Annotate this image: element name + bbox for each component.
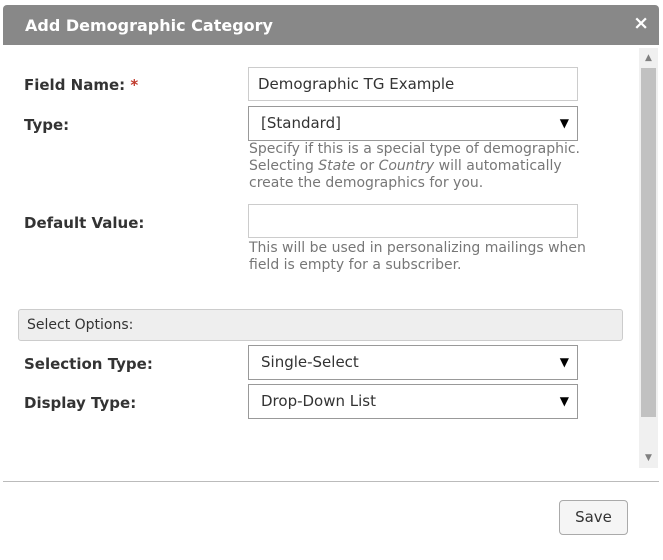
type-help-prefix: Selecting	[249, 158, 319, 174]
field-name-label-text: Field Name:	[24, 76, 126, 94]
field-name-input[interactable]: Demographic TG Example	[248, 67, 578, 101]
chevron-down-icon: ▼	[559, 116, 569, 130]
type-select-value: [Standard]	[261, 114, 341, 132]
scroll-down-arrow-icon[interactable]: ▼	[639, 450, 658, 466]
default-value-input[interactable]	[248, 204, 578, 238]
scroll-up-arrow-icon[interactable]: ▲	[639, 50, 658, 66]
type-help-line2: Selecting State or Country will automati…	[249, 158, 589, 175]
field-name-label: Field Name: *	[24, 76, 138, 94]
select-options-heading: Select Options:	[18, 309, 623, 341]
display-type-label: Display Type:	[24, 394, 137, 412]
dialog-titlebar: Add Demographic Category ×	[3, 5, 659, 45]
type-label: Type:	[24, 116, 70, 134]
display-type-select[interactable]: Drop-Down List ▼	[248, 384, 578, 419]
display-type-value: Drop-Down List	[261, 392, 376, 410]
default-value-help-text: This will be used in personalizing maili…	[249, 240, 589, 274]
chevron-down-icon: ▼	[559, 394, 569, 408]
chevron-down-icon: ▼	[559, 355, 569, 369]
footer-divider	[3, 481, 659, 482]
close-icon[interactable]: ×	[633, 13, 649, 33]
vertical-scrollbar[interactable]: ▲ ▼	[639, 48, 658, 468]
selection-type-value: Single-Select	[261, 353, 359, 371]
default-value-label: Default Value:	[24, 214, 145, 232]
type-help-line1: Specify if this is a special type of dem…	[249, 141, 581, 157]
add-demographic-dialog: Add Demographic Category × Field Name: *…	[0, 0, 663, 560]
type-help-line3: create the demographics for you.	[249, 175, 484, 191]
type-help-suffix: will automatically	[434, 158, 562, 174]
type-select[interactable]: [Standard] ▼	[248, 106, 578, 141]
required-asterisk: *	[130, 76, 139, 94]
selection-type-select[interactable]: Single-Select ▼	[248, 345, 578, 380]
type-help-or: or	[355, 158, 379, 174]
save-button[interactable]: Save	[559, 500, 628, 535]
default-value-help-line2: field is empty for a subscriber.	[249, 257, 462, 273]
type-help-text: Specify if this is a special type of dem…	[249, 141, 589, 192]
type-help-country: Country	[378, 158, 435, 174]
selection-type-label: Selection Type:	[24, 355, 153, 373]
scrollbar-thumb[interactable]	[641, 68, 656, 417]
type-help-state: State	[318, 158, 356, 174]
default-value-help-line1: This will be used in personalizing maili…	[249, 240, 586, 256]
dialog-title: Add Demographic Category	[25, 16, 273, 35]
